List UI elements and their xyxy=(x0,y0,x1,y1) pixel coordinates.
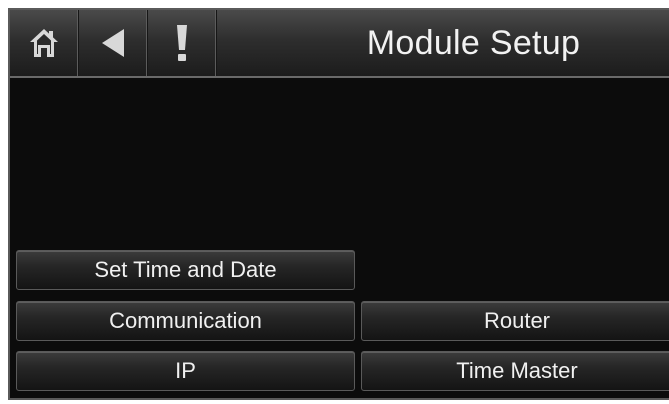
ip-button[interactable]: IP xyxy=(16,351,355,391)
back-arrow-icon xyxy=(102,29,124,57)
router-label: Router xyxy=(483,308,551,333)
alert-button[interactable] xyxy=(148,10,217,76)
communication-label: Communication xyxy=(109,308,262,333)
time-master-button[interactable]: Time Master xyxy=(361,351,669,391)
set-time-and-date-button[interactable]: Set Time and Date xyxy=(16,250,355,290)
back-button[interactable] xyxy=(79,10,148,76)
touch-screen: Module Setup Set Time and Date Communica… xyxy=(8,8,669,400)
exclamation-icon xyxy=(177,25,187,61)
home-button[interactable] xyxy=(10,10,79,76)
time-master-label: Time Master xyxy=(456,358,578,383)
ip-label: IP xyxy=(175,358,196,383)
page-title: Module Setup xyxy=(218,10,669,76)
set-time-and-date-label: Set Time and Date xyxy=(94,257,277,282)
router-button[interactable]: Router xyxy=(361,301,669,341)
page-title-text: Module Setup xyxy=(366,23,581,62)
home-icon xyxy=(30,29,58,57)
communication-button[interactable]: Communication xyxy=(16,301,355,341)
header-bar: Module Setup xyxy=(10,10,669,78)
